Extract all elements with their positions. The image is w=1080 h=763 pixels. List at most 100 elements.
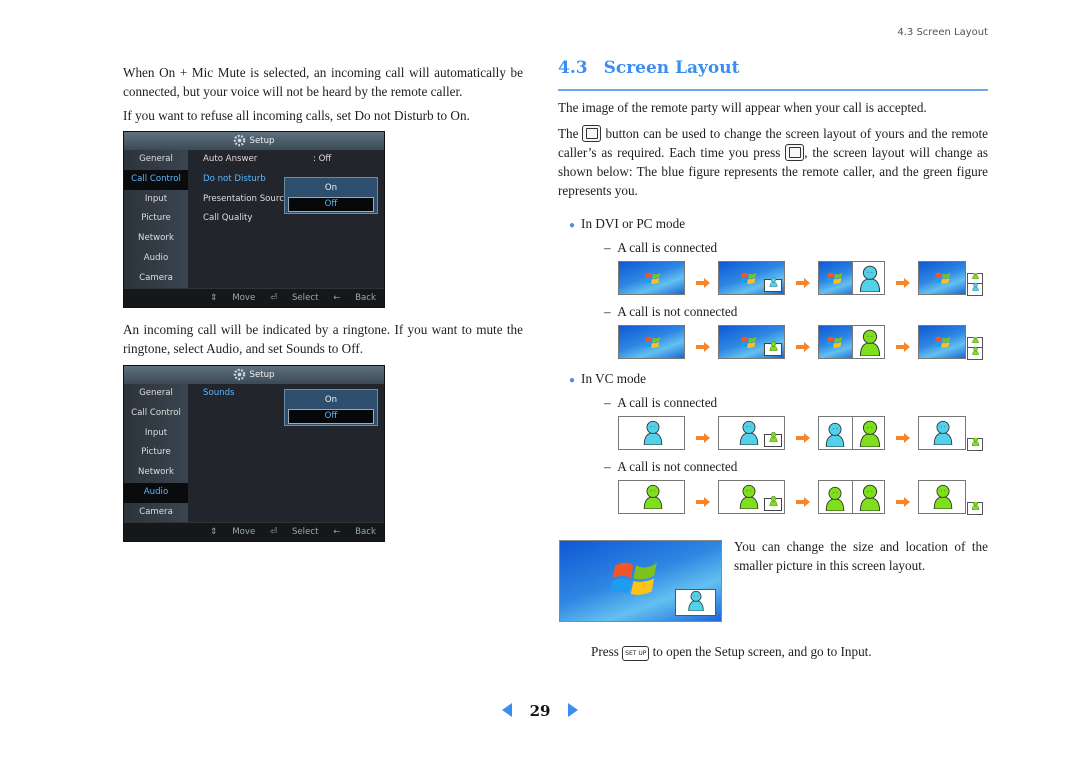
sidebar-item-network[interactable]: Network [124,463,188,483]
person-figure-icon [643,484,662,510]
person-figure-icon [769,495,778,507]
sidebar-item-picture[interactable]: Picture [124,209,188,229]
layout-thumbnail [718,325,785,359]
windows-logo-icon [643,336,660,348]
pip-side-pane [967,273,983,296]
person-figure-icon [971,438,980,447]
person-figure-icon [825,422,845,448]
person-figure-icon [859,484,881,512]
arrow-right-icon [696,428,710,443]
setup-footer: ⇕ Move ⏎ Select ← Back [124,288,384,307]
option-label: Presentation Source [203,193,290,204]
bullet-label: In VC mode [581,371,647,386]
sidebar-item-call-control[interactable]: Call Control [124,169,188,190]
windows-logo-icon [610,562,657,595]
paragraph-pip-note: You can change the size and location of … [734,539,988,573]
popup-option-off[interactable]: Off [288,197,374,212]
sidebar-item-audio[interactable]: Audio [124,249,188,269]
option-label: Sounds [203,388,235,398]
layout-thumbnail [918,480,966,514]
sidebar-item-camera[interactable]: Camera [124,503,188,523]
setup-title: Setup [249,136,275,146]
section-number: 4.3 [558,58,588,78]
pip-layout-icon [785,144,805,161]
text: The [558,126,579,141]
option-label: Do not Disturb [203,173,266,184]
popup-option-on[interactable]: On [288,393,374,408]
layout-thumbnail [918,261,966,295]
person-figure-icon [971,502,980,511]
person-figure-icon [859,420,881,448]
arrow-right-icon [896,273,910,288]
windows-logo-icon [826,336,843,348]
value-popup: On Off [284,177,378,214]
sidebar-item-call-control[interactable]: Call Control [124,404,188,424]
arrow-right-icon [796,492,810,507]
person-figure-icon [933,484,953,510]
arrow-right-icon [796,337,810,352]
paragraph-layout-button: The button can be used to change the scr… [558,124,988,200]
sidebar-item-input[interactable]: Input [124,190,188,210]
sidebar-item-audio[interactable]: Audio [124,482,188,503]
move-hint: ⇕ Move [210,293,256,303]
text: to open the Setup screen, and go to Inpu… [652,644,872,659]
windows-logo-icon [643,272,660,284]
person-figure-icon [739,484,759,510]
layout-thumbnail [618,416,685,450]
sidebar-item-camera[interactable]: Camera [124,269,188,289]
windows-logo-icon [934,336,951,348]
option-auto-answer[interactable]: Auto Answer: Off [203,150,384,170]
bullet-vc-mode: ● In VC mode [569,371,646,387]
sidebar-item-general[interactable]: General [124,150,188,170]
bullet-dot-icon: ● [569,375,576,386]
person-figure-icon [739,420,759,446]
popup-option-on[interactable]: On [288,181,374,196]
bullet-dot-icon: ● [569,220,576,231]
pip-example-image [559,540,722,622]
layout-thumbnail [618,261,685,295]
case-text: A call is connected [617,240,718,255]
running-head: 4.3 Screen Layout [897,27,988,38]
pip-small-window [675,589,716,616]
pip-side-pane [967,438,983,451]
layout-thumbnail [718,480,785,514]
case-label: – A call is not connected [604,459,738,474]
next-page-icon[interactable] [568,703,579,717]
layout-thumbnail [618,480,685,514]
layout-thumbnail [818,261,885,295]
option-label: Auto Answer [203,154,258,164]
sidebar-item-input[interactable]: Input [124,424,188,444]
select-label: Select [291,527,319,537]
sidebar-item-general[interactable]: General [124,384,188,404]
person-figure-icon [972,282,979,292]
setup-title: Setup [249,370,275,380]
sidebar-item-picture[interactable]: Picture [124,443,188,463]
layout-thumbnail [918,416,966,450]
select-hint: ⏎ Select [270,527,319,537]
setup-footer: ⇕ Move ⏎ Select ← Back [124,522,384,541]
bullet-dvi-pc-mode: ● In DVI or PC mode [569,216,685,232]
person-figure-icon [643,420,662,446]
select-hint: ⏎ Select [270,293,319,303]
paragraph-mic-mute: When On + Mic Mute is selected, an incom… [123,65,523,99]
layout-thumbnail [718,261,785,295]
move-label: Move [232,527,256,537]
pip-layout-icon [582,125,602,142]
person-figure-icon [859,329,881,357]
person-figure-icon [825,486,845,512]
setup-title-bar: Setup [124,132,384,150]
option-label: Call Quality [203,213,253,224]
previous-page-icon[interactable] [501,703,512,717]
case-text: A call is connected [617,395,718,410]
person-figure-icon [859,265,881,293]
section-heading: 4.3 Screen Layout [558,58,739,78]
pip-side-pane [967,337,983,360]
case-label: – A call is connected [604,395,718,410]
back-label: Back [355,527,376,537]
popup-option-off[interactable]: Off [288,409,374,424]
sidebar-item-network[interactable]: Network [124,229,188,249]
arrow-right-icon [696,492,710,507]
case-label: – A call is connected [604,240,718,255]
paragraph-intro: The image of the remote party will appea… [558,100,927,115]
back-hint: ← Back [333,293,376,303]
